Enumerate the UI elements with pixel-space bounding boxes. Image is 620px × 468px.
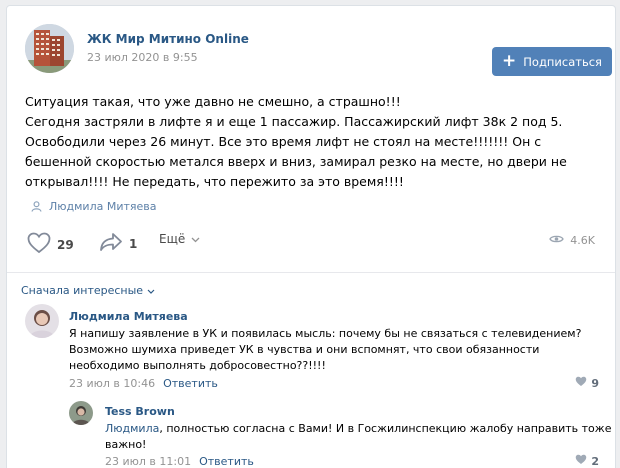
like-count: 29 [57, 237, 74, 252]
sort-label: Сначала интересные [21, 284, 144, 297]
comment-date[interactable]: 23 июл в 10:46 [69, 377, 155, 390]
post-signer[interactable]: Людмила Митяева [31, 197, 157, 216]
post-text-line: открывал!!!! Не передать, что пережито з… [25, 174, 404, 189]
comment-text: Людмила, полностью согласна с Вами! И в … [105, 421, 611, 453]
comment-like-button[interactable]: 2 [575, 454, 599, 468]
comment-meta: 23 июл в 11:01 Ответить [105, 455, 254, 468]
user-icon [31, 197, 42, 216]
heart-icon [575, 454, 587, 468]
post-text-line: бешенной скоростью метался вверх и вниз,… [25, 154, 567, 169]
comment-date[interactable]: 23 июл в 11:01 [105, 455, 191, 468]
post-text-line: Освободили через 26 минут. Все это время… [25, 134, 542, 149]
comment-text: Я напишу заявление в УК и появилась мысл… [69, 326, 581, 374]
post-actions: 29 1 Ещё 4.6K [25, 232, 605, 256]
share-button[interactable]: 1 [99, 232, 137, 255]
views-count: 4.6K [570, 234, 595, 247]
comment: Людмила Митяева Я напишу заявление в УК … [25, 304, 605, 390]
reply-button[interactable]: Ответить [163, 377, 218, 390]
comment-text-line: Возможно шумиха приведет УК в чувства и … [69, 343, 540, 356]
subscribe-button[interactable]: + Подписаться [492, 47, 612, 76]
heart-icon [27, 232, 51, 257]
comment-meta: 23 июл в 10:46 Ответить [69, 377, 218, 390]
comment-author[interactable]: Tess Brown [105, 405, 175, 418]
comment-like-count: 2 [591, 454, 599, 468]
post-text-line: Сегодня застряли в лифте я и еще 1 пасса… [25, 114, 563, 129]
reply-button[interactable]: Ответить [199, 455, 254, 468]
comment-like-button[interactable]: 9 [575, 376, 599, 390]
heart-icon [575, 376, 587, 390]
post-header: ЖК Мир Митино Online 23 июл 2020 в 9:55 … [25, 24, 612, 76]
chevron-down-icon [147, 284, 155, 297]
avatar[interactable] [69, 401, 93, 425]
comment-reply: Tess Brown Людмила, полностью согласна с… [69, 401, 611, 468]
more-label: Ещё [159, 232, 186, 246]
more-button[interactable]: Ещё [159, 232, 200, 246]
comment-text-part: , полностью согласна с Вами! И в Госжили… [159, 422, 612, 435]
comment-text-line: Я напишу заявление в УК и появилась мысл… [69, 327, 582, 340]
views-counter: 4.6K [549, 234, 595, 247]
eye-icon [549, 234, 565, 247]
plus-icon: + [502, 51, 517, 71]
like-button[interactable]: 29 [27, 232, 74, 257]
post-text: Ситуация такая, что уже давно не смешно,… [25, 92, 605, 192]
signer-name: Людмила Митяева [49, 200, 157, 213]
share-arrow-icon [99, 232, 123, 255]
chevron-down-icon [191, 232, 200, 246]
subscribe-label: Подписаться [523, 54, 602, 69]
comment-sort-dropdown[interactable]: Сначала интересные [21, 284, 155, 297]
share-count: 1 [129, 236, 138, 251]
avatar[interactable] [25, 304, 59, 338]
divider [7, 272, 615, 273]
post-card: ЖК Мир Митино Online 23 июл 2020 в 9:55 … [6, 5, 616, 468]
group-name[interactable]: ЖК Мир Митино Online [87, 32, 249, 46]
comment-author[interactable]: Людмила Митяева [69, 310, 188, 323]
post-text-line: Ситуация такая, что уже давно не смешно,… [25, 94, 401, 109]
post-date[interactable]: 23 июл 2020 в 9:55 [87, 51, 198, 64]
comment-like-count: 9 [591, 376, 599, 390]
group-avatar[interactable] [25, 24, 74, 73]
comment-text-line: важно! [105, 438, 147, 451]
comment-text-line: необходимо выполнять добросовестно??!!!! [69, 359, 326, 372]
mention-link[interactable]: Людмила [105, 422, 159, 435]
